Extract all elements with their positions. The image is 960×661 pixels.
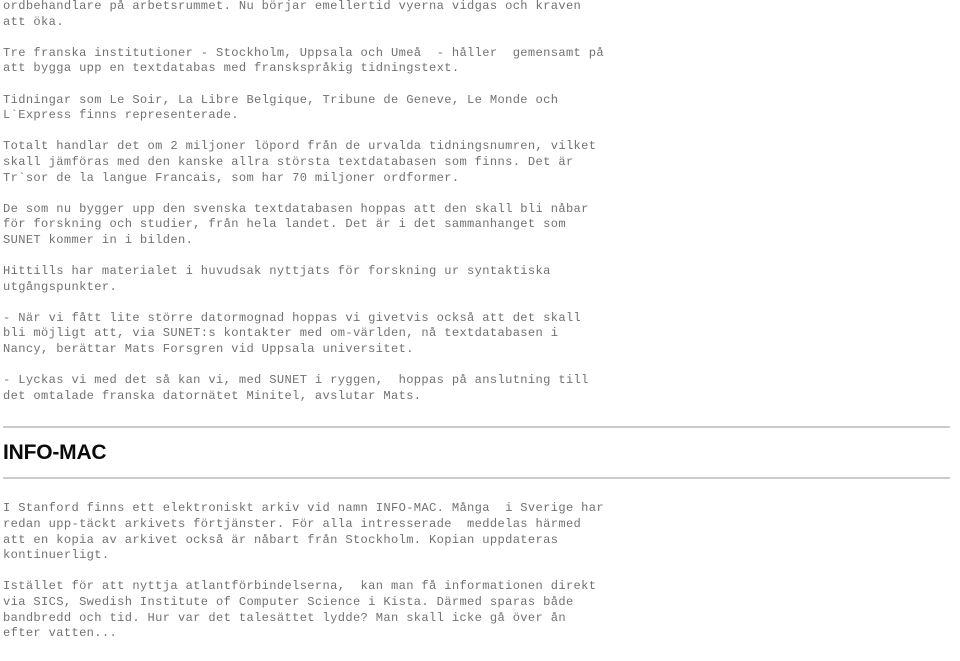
paragraph-nar-vi-fatt: - När vi fått lite större datormognad ho… bbox=[3, 310, 582, 357]
horizontal-rule-bottom bbox=[3, 477, 950, 480]
paragraph-hittills: Hittills har materialet i huvudsak nyttj… bbox=[3, 264, 551, 294]
paragraph-de-som-nu: De som nu bygger upp den svenska textdat… bbox=[3, 201, 589, 247]
paragraph-stanford: I Stanford finns ett elektroniskt arkiv … bbox=[3, 501, 604, 563]
paragraph-tre-franska: Tre franska institutioner - Stockholm, U… bbox=[3, 45, 604, 76]
horizontal-rule-top bbox=[3, 426, 950, 429]
paragraph-istallet: Istället för att nyttja atlantförbindels… bbox=[3, 579, 597, 641]
document-section-before-heading: ordbehandlare på arbetsrummet. Nu börjar… bbox=[0, 0, 960, 404]
document-page: ordbehandlare på arbetsrummet. Nu börjar… bbox=[0, 0, 960, 660]
page-title: INFO-MAC bbox=[3, 441, 107, 465]
paragraph-ordbehandlare: ordbehandlare på arbetsrummet. Nu börjar… bbox=[3, 0, 582, 29]
document-section-after-heading: I Stanford finns ett elektroniskt arkiv … bbox=[0, 501, 960, 641]
section-heading-block: INFO-MAC bbox=[0, 426, 960, 480]
paragraph-tidningar: Tidningar som Le Soir, La Libre Belgique… bbox=[3, 92, 559, 123]
paragraph-lyckas: - Lyckas vi med det så kan vi, med SUNET… bbox=[3, 373, 589, 403]
paragraph-totalt: Totalt handlar det om 2 miljoner löpord … bbox=[3, 139, 597, 185]
